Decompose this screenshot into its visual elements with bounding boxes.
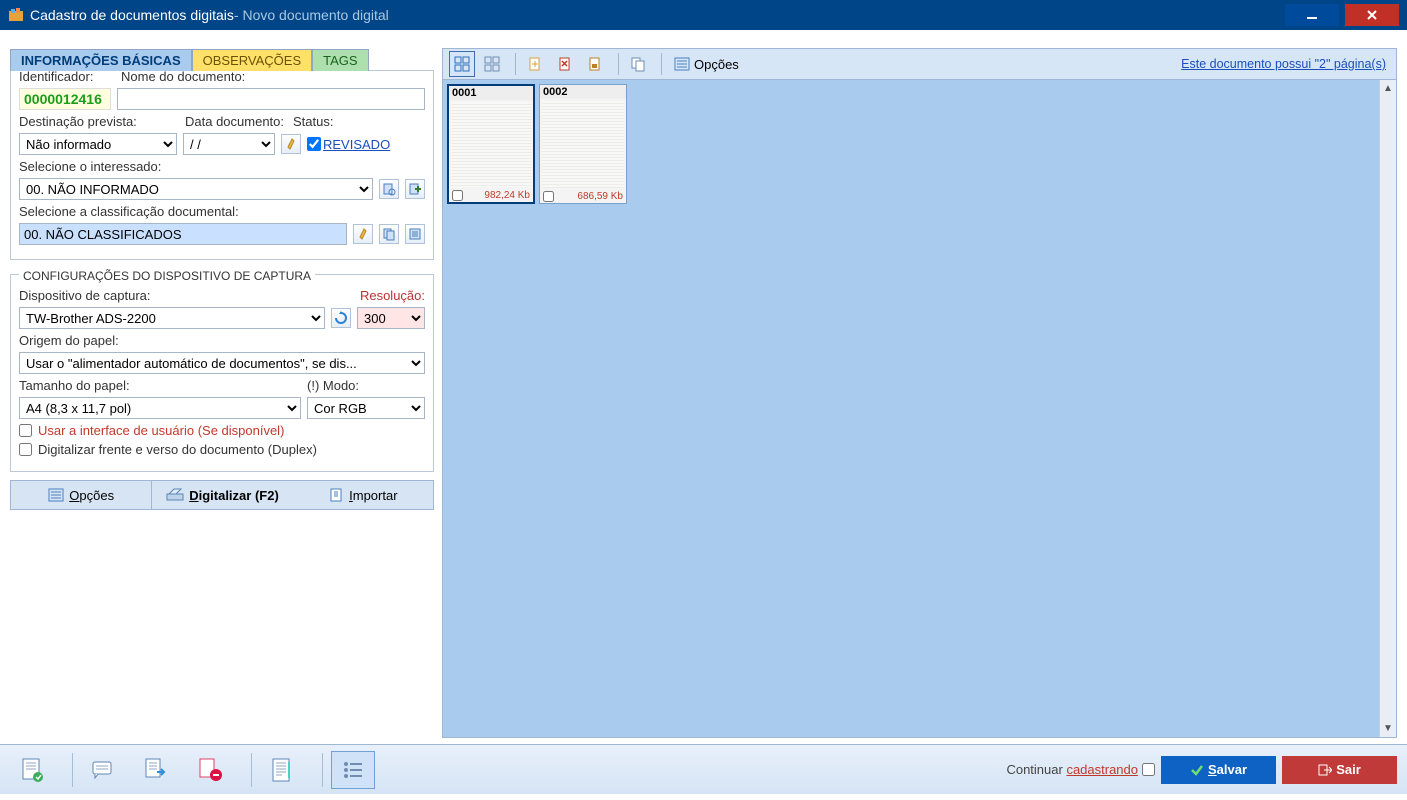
thumbnail-preview xyxy=(542,101,624,188)
footer-report-button[interactable] xyxy=(260,751,304,789)
save-button[interactable]: Salvar xyxy=(1161,756,1276,784)
footer-list-button[interactable] xyxy=(331,751,375,789)
docname-label: Nome do documento: xyxy=(121,69,425,84)
docdate-select[interactable]: / / xyxy=(183,133,275,155)
capture-config-panel: CONFIGURAÇÕES DO DISPOSITIVO DE CAPTURA … xyxy=(10,274,434,472)
capture-options-button[interactable]: OOpçõespções xyxy=(10,480,152,510)
identifier-value: 0000012416 xyxy=(19,88,111,110)
window-title: Cadastro de documentos digitais xyxy=(30,7,234,23)
scroll-up-icon[interactable]: ▲ xyxy=(1380,80,1396,97)
pages-options-button[interactable]: Opções xyxy=(668,51,745,77)
footer-comments-button[interactable] xyxy=(81,751,125,789)
footer-bar: Continuar cadastrando Salvar Sair xyxy=(0,744,1407,794)
refresh-devices-button[interactable] xyxy=(331,308,351,328)
tab-tags[interactable]: TAGS xyxy=(312,49,368,71)
search-interested-button[interactable] xyxy=(379,179,399,199)
exit-button[interactable]: Sair xyxy=(1282,756,1397,784)
page-delete-button[interactable] xyxy=(552,51,578,77)
window-subtitle: - Novo documento digital xyxy=(234,7,389,23)
paper-origin-select[interactable]: Usar o "alimentador automático de docume… xyxy=(19,352,425,374)
list-icon xyxy=(48,487,64,503)
scroll-down-icon[interactable]: ▼ xyxy=(1380,720,1396,737)
scanner-icon xyxy=(166,488,184,502)
destination-label: Destinação prevista: xyxy=(19,114,137,129)
footer-transfer-button[interactable] xyxy=(135,751,179,789)
tab-basic-info[interactable]: INFORMAÇÕES BÁSICAS xyxy=(10,49,192,71)
page-thumbnail-2[interactable]: 0002 686,59 Kb xyxy=(539,84,627,204)
add-interested-button[interactable] xyxy=(405,179,425,199)
document-name-input[interactable] xyxy=(117,88,425,110)
docdate-label: Data documento: xyxy=(185,114,284,129)
page-copy-button[interactable] xyxy=(625,51,651,77)
grid-small-button[interactable] xyxy=(449,51,475,77)
destination-select[interactable]: Não informado xyxy=(19,133,177,155)
pages-toolbar: Opções Este documento possui "2" página(… xyxy=(442,48,1397,80)
classification-label: Selecione a classificação documental: xyxy=(19,204,239,219)
left-tabs: INFORMAÇÕES BÁSICAS OBSERVAÇÕES TAGS xyxy=(10,48,434,70)
paper-size-select[interactable]: A4 (8,3 x 11,7 pol) xyxy=(19,397,301,419)
capture-legend: CONFIGURAÇÕES DO DISPOSITIVO DE CAPTURA xyxy=(19,269,315,283)
status-revised-link[interactable]: REVISADO xyxy=(323,137,390,152)
thumbnail-preview xyxy=(451,102,531,187)
identifier-label: Identificador: xyxy=(19,69,115,84)
device-label: Dispositivo de captura: xyxy=(19,288,151,303)
grid-large-button[interactable] xyxy=(479,51,505,77)
digitize-button[interactable]: Digitalizar (F2) xyxy=(152,480,292,510)
minimize-button[interactable] xyxy=(1285,4,1339,26)
tab-observations[interactable]: OBSERVAÇÕES xyxy=(192,49,313,71)
title-bar: Cadastro de documentos digitais - Novo d… xyxy=(0,0,1407,30)
paper-origin-label: Origem do papel: xyxy=(19,333,119,348)
capture-device-select[interactable]: TW-Brother ADS-2200 xyxy=(19,307,325,329)
thumbnails-panel: 0001 982,24 Kb 0002 686,59 Kb ▲ ▼ xyxy=(442,80,1397,738)
footer-doccheck-button[interactable] xyxy=(10,751,54,789)
resolution-select[interactable]: 300 xyxy=(357,307,425,329)
clear-date-button[interactable] xyxy=(281,134,301,154)
color-mode-select[interactable]: Cor RGB xyxy=(307,397,425,419)
import-button[interactable]: Importar xyxy=(293,480,434,510)
exit-icon xyxy=(1318,763,1332,777)
duplex-checkbox[interactable] xyxy=(19,443,32,456)
classification-field[interactable] xyxy=(19,223,347,245)
mode-label: (!) Modo: xyxy=(307,378,359,393)
close-button[interactable] xyxy=(1345,4,1399,26)
thumbnail-select-checkbox[interactable] xyxy=(452,190,463,201)
continue-checkbox[interactable] xyxy=(1142,763,1155,776)
basic-info-panel: Identificador: Nome do documento: 000001… xyxy=(10,70,434,260)
page-action-1-button[interactable] xyxy=(522,51,548,77)
copy-classification-button[interactable] xyxy=(379,224,399,244)
page-count-link[interactable]: Este documento possui "2" página(s) xyxy=(1181,57,1386,71)
clear-classification-button[interactable] xyxy=(353,224,373,244)
app-icon xyxy=(8,7,24,23)
import-icon xyxy=(328,487,344,503)
continue-text: Continuar cadastrando xyxy=(1006,762,1138,777)
duplex-label: Digitalizar frente e verso do documento … xyxy=(38,442,317,457)
resolution-label: Resolução: xyxy=(360,288,425,303)
use-ui-label: Usar a interface de usuário (Se disponív… xyxy=(38,423,284,438)
thumbnail-select-checkbox[interactable] xyxy=(543,191,554,202)
page-thumbnail-1[interactable]: 0001 982,24 Kb xyxy=(447,84,535,204)
footer-remove-button[interactable] xyxy=(189,751,233,789)
paper-size-label: Tamanho do papel: xyxy=(19,378,130,393)
interested-label: Selecione o interessado: xyxy=(19,159,161,174)
status-label: Status: xyxy=(293,114,333,129)
page-action-3-button[interactable] xyxy=(582,51,608,77)
interested-select[interactable]: 00. NÃO INFORMADO xyxy=(19,178,373,200)
check-icon xyxy=(1190,763,1204,777)
status-revised-checkbox[interactable] xyxy=(307,137,321,151)
browse-classification-button[interactable] xyxy=(405,224,425,244)
scrollbar[interactable]: ▲ ▼ xyxy=(1379,80,1396,737)
use-ui-checkbox[interactable] xyxy=(19,424,32,437)
continue-link[interactable]: cadastrando xyxy=(1066,762,1138,777)
list-icon xyxy=(674,56,690,72)
